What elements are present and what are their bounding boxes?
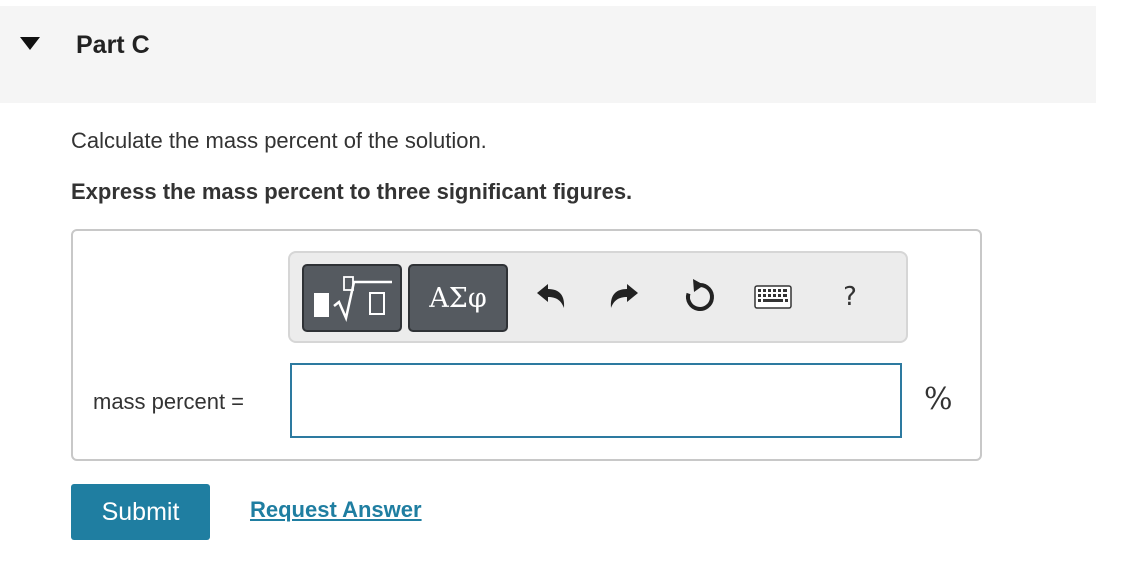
- instruction-text: Express the mass percent to three signif…: [71, 179, 633, 204]
- undo-icon: [537, 284, 565, 308]
- page: Part C Calculate the mass percent of the…: [0, 0, 1144, 568]
- part-header: Part C: [0, 6, 1096, 103]
- help-button[interactable]: ?: [830, 277, 870, 317]
- triangle-down-icon[interactable]: [20, 37, 40, 51]
- keyboard-button[interactable]: [753, 277, 793, 317]
- keyboard-icon: [754, 285, 792, 309]
- undo-button[interactable]: [531, 277, 571, 317]
- greek-symbols-button[interactable]: ΑΣφ: [408, 264, 508, 332]
- redo-button[interactable]: [604, 277, 644, 317]
- templates-button[interactable]: [302, 264, 402, 332]
- redo-icon: [610, 284, 638, 308]
- part-title: Part C: [76, 31, 150, 59]
- mass-percent-input[interactable]: [290, 363, 902, 438]
- question-text: Calculate the mass percent of the soluti…: [71, 128, 487, 153]
- unit-label: %: [924, 382, 953, 417]
- mass-percent-label: mass percent =: [93, 389, 245, 414]
- request-answer-link[interactable]: Request Answer: [250, 497, 422, 523]
- submit-button[interactable]: Submit: [71, 484, 210, 540]
- reset-icon: [686, 279, 714, 311]
- math-toolbar: ΑΣφ ?: [288, 251, 908, 343]
- templates-sqrt-icon: [314, 276, 392, 322]
- reset-button[interactable]: [680, 277, 720, 317]
